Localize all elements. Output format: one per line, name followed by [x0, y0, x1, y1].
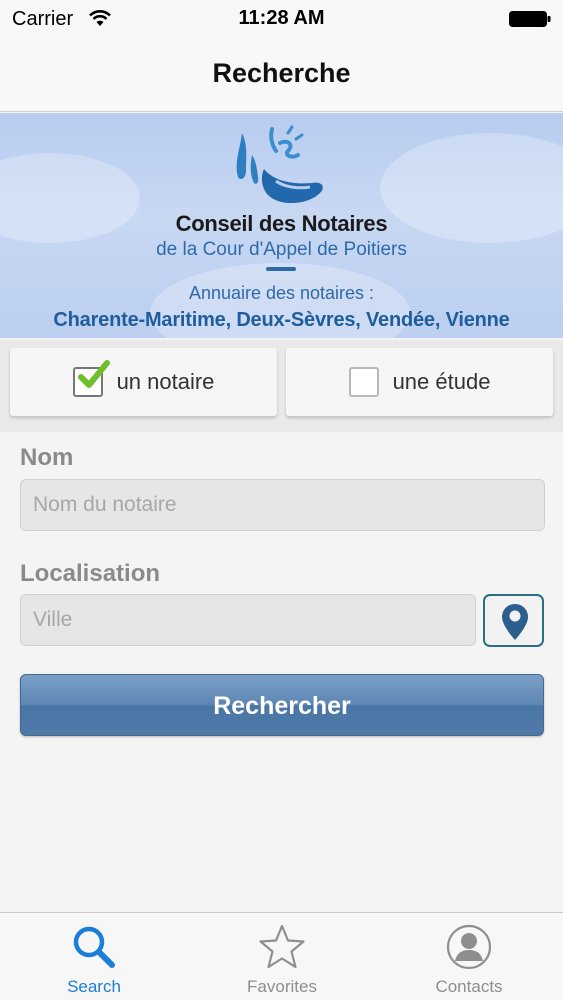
- status-bar: Carrier 11:28 AM: [0, 0, 563, 38]
- location-pin-icon: [502, 604, 528, 640]
- tab-search[interactable]: Search: [0, 913, 188, 1000]
- star-icon: [259, 924, 305, 969]
- toggle-notaire[interactable]: un notaire: [10, 348, 277, 416]
- tab-bar: Search Favorites Contacts: [0, 912, 563, 1000]
- name-input[interactable]: [20, 479, 545, 531]
- tab-favorites-label: Favorites: [247, 977, 317, 996]
- navigation-bar: Recherche: [0, 38, 563, 112]
- divider: [266, 267, 296, 271]
- person-icon: [446, 924, 492, 970]
- name-label: Nom: [20, 444, 74, 471]
- status-time: 11:28 AM: [238, 7, 325, 29]
- tab-contacts[interactable]: Contacts: [375, 913, 563, 1000]
- tab-contacts-label: Contacts: [435, 977, 503, 996]
- city-input[interactable]: [20, 594, 476, 646]
- magnifier-icon: [73, 926, 115, 968]
- tab-favorites[interactable]: Favorites: [188, 913, 376, 1000]
- notaires-logo-icon: [236, 125, 323, 204]
- toggle-etude[interactable]: une étude: [286, 348, 553, 416]
- location-label: Localisation: [20, 560, 161, 587]
- page-title: Recherche: [212, 58, 351, 88]
- checkbox-notaire[interactable]: [72, 360, 110, 397]
- search-type-toggle: un notaire une étude: [0, 340, 563, 432]
- tab-search-label: Search: [67, 977, 121, 996]
- header-banner: Conseil des Notaires de la Cour d'Appel …: [0, 113, 563, 338]
- search-button[interactable]: Rechercher: [20, 674, 544, 736]
- locate-me-button[interactable]: [483, 594, 544, 647]
- regions-list: Charente-Maritime, Deux-Sèvres, Vendée, …: [53, 309, 510, 331]
- court-name: de la Cour d'Appel de Poitiers: [156, 239, 407, 260]
- checkbox-etude[interactable]: [348, 367, 379, 397]
- organization-name: Conseil des Notaires: [175, 211, 388, 236]
- toggle-notaire-label: un notaire: [116, 369, 215, 394]
- checkmark-icon: [77, 360, 110, 388]
- directory-title: Annuaire des notaires :: [188, 283, 375, 303]
- app-screen: Carrier 11:28 AM Recherche Conseil des N…: [0, 0, 563, 1000]
- battery-icon: [509, 11, 551, 27]
- toggle-etude-label: une étude: [392, 369, 491, 394]
